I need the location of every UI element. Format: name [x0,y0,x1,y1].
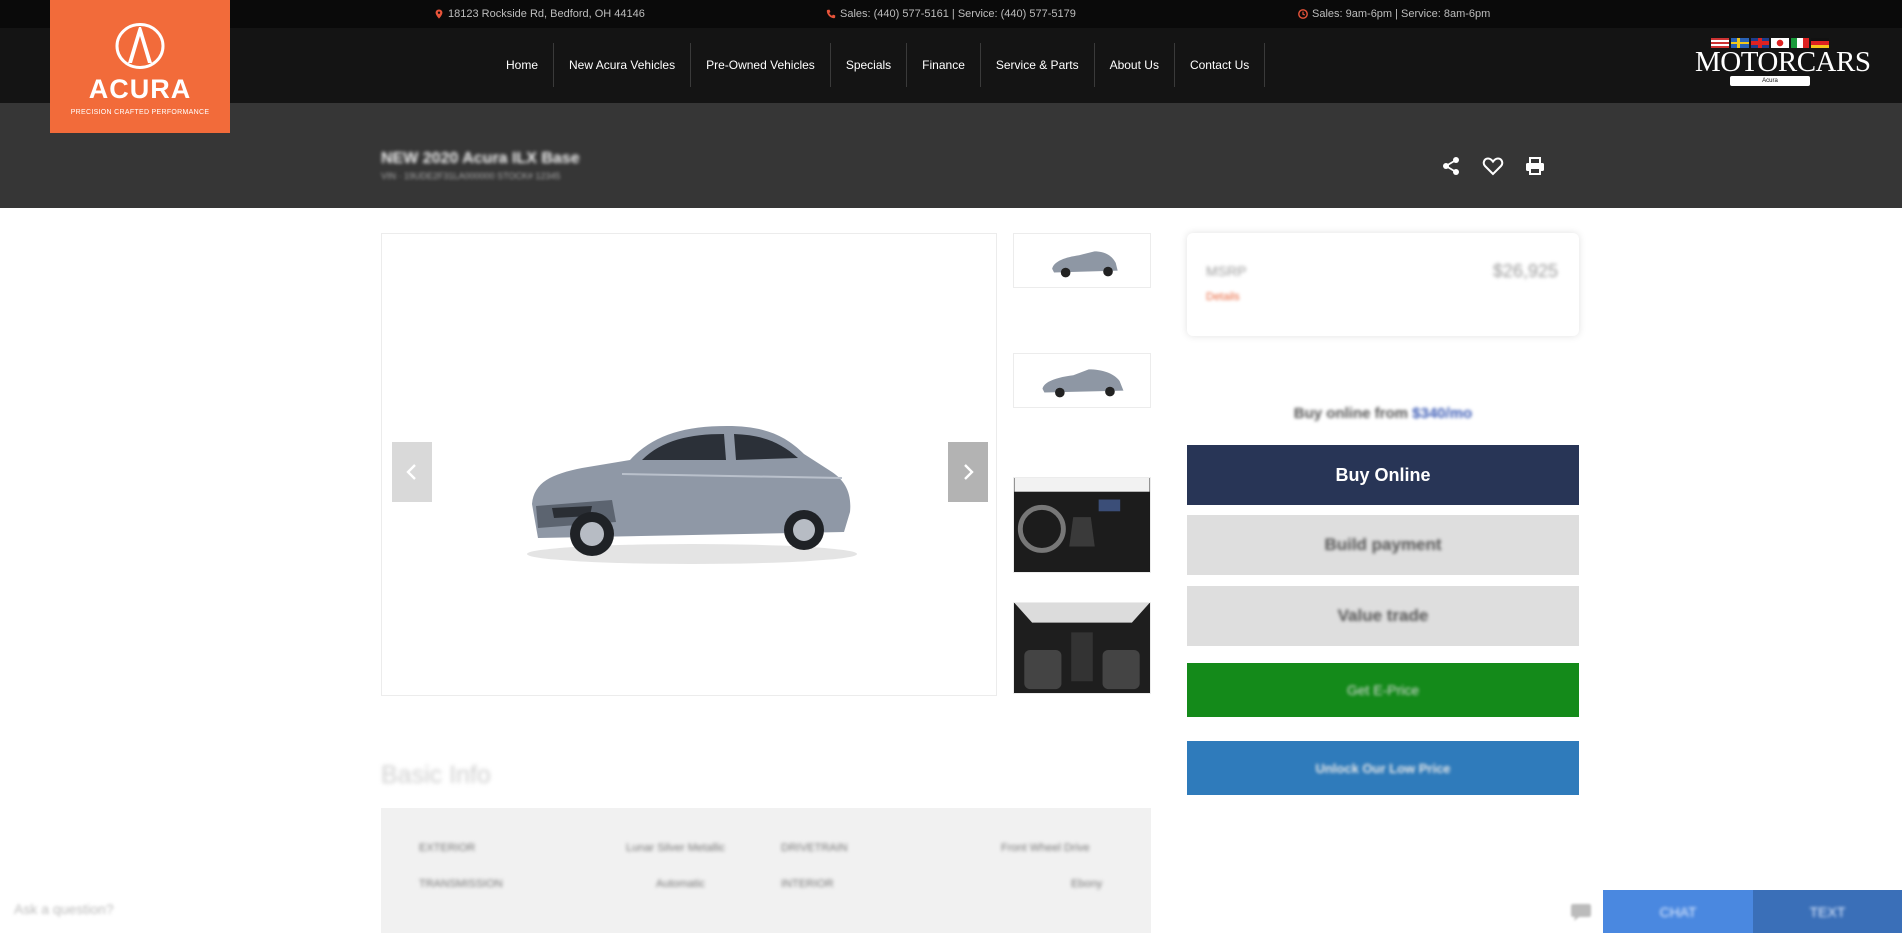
phone-text: Sales: (440) 577-5161 | Service: (440) 5… [840,8,1076,20]
basic-info-label: EXTERIOR [419,842,476,854]
nav-specials[interactable]: Specials [831,43,908,87]
chat-bubble-icon[interactable] [1570,902,1592,922]
get-eprice-label: Get E-Price [1346,682,1420,698]
build-payment-button[interactable]: Build payment [1187,515,1579,575]
unlock-price-label: Unlock Our Low Price [1315,760,1451,776]
top-info-bar: 18123 Rockside Rd, Bedford, OH 44146 Sal… [0,0,1902,28]
gallery-next-button[interactable] [948,442,988,502]
chat-label: CHAT [1659,903,1697,920]
basic-info-label: TRANSMISSION [419,878,503,890]
address-info[interactable]: 18123 Rockside Rd, Bedford, OH 44146 [434,8,645,20]
basic-info-label: INTERIOR [781,878,834,890]
get-eprice-button[interactable]: Get E-Price [1187,663,1579,717]
thumbnail-dashboard[interactable] [1013,477,1151,573]
share-icon[interactable] [1440,155,1462,177]
buy-from-prefix: Buy online from [1293,405,1408,422]
text-button[interactable]: TEXT [1753,890,1902,933]
basic-info-label: DRIVETRAIN [781,842,848,854]
unlock-price-button[interactable]: Unlock Our Low Price [1187,741,1579,795]
price-value: $26,925 [1492,261,1558,281]
build-payment-label: Build payment [1324,535,1442,554]
print-icon[interactable] [1524,155,1546,177]
hours-info: Sales: 9am-6pm | Service: 8am-6pm [1298,8,1490,20]
nav-pre-owned[interactable]: Pre-Owned Vehicles [691,43,831,87]
nav-service-parts[interactable]: Service & Parts [981,43,1095,87]
acura-logo[interactable]: ACURA PRECISION CRAFTED PERFORMANCE [50,0,230,133]
nav-contact-us[interactable]: Contact Us [1175,43,1266,87]
basic-info-value: Ebony [1071,878,1103,890]
basic-info-value: Lunar Silver Metallic [626,842,726,854]
gallery-prev-button[interactable] [392,442,432,502]
main-navbar: Home New Acura Vehicles Pre-Owned Vehicl… [0,28,1902,103]
vehicle-tools [1440,155,1546,177]
main-nav: Home New Acura Vehicles Pre-Owned Vehicl… [491,43,1266,87]
nav-new-vehicles[interactable]: New Acura Vehicles [554,43,692,87]
thumbnail-rear-view[interactable] [1013,233,1151,288]
buy-online-label: Buy Online [1335,464,1431,485]
text-label: TEXT [1809,903,1846,920]
value-trade-label: Value trade [1337,606,1429,625]
value-trade-button[interactable]: Value trade [1187,586,1579,646]
chevron-right-icon [964,464,974,480]
buy-online-from-text: Buy online from $340/mo [1187,405,1579,422]
heart-icon[interactable] [1482,155,1504,177]
vehicle-detail-page: 18123 Rockside Rd, Bedford, OH 44146 Sal… [0,0,1902,933]
vehicle-subtitle: VIN · 19UDE2F31LA000000 STOCK# 12345 [381,171,561,181]
phone-info[interactable]: Sales: (440) 577-5161 | Service: (440) 5… [826,8,1076,20]
nav-home[interactable]: Home [491,43,555,87]
dealer-logo[interactable]: MOTORCARS Acura [1695,38,1871,93]
ask-question-prompt[interactable]: Ask a question? [14,901,114,917]
hours-text: Sales: 9am-6pm | Service: 8am-6pm [1312,8,1491,20]
nav-finance[interactable]: Finance [907,43,981,87]
nav-about-us[interactable]: About Us [1095,43,1175,87]
main-image[interactable] [381,233,997,696]
acura-tagline: PRECISION CRAFTED PERFORMANCE [70,109,210,116]
basic-info-table: EXTERIOR Lunar Silver Metallic DRIVETRAI… [381,808,1151,933]
phone-icon [826,9,836,19]
chat-button[interactable]: CHAT [1603,890,1753,933]
thumbnail-side-view[interactable] [1013,353,1151,408]
acura-wordmark: ACURA [88,74,192,104]
chevron-left-icon [406,464,416,480]
car-image [527,426,857,564]
vehicle-title-band: NEW 2020 Acura ILX Base VIN · 19UDE2F31L… [0,103,1902,208]
buy-online-button[interactable]: Buy Online [1187,445,1579,505]
map-pin-icon [435,9,443,19]
acura-caliper-icon [115,23,165,69]
price-details-link[interactable]: Details [1206,291,1240,303]
address-text: 18123 Rockside Rd, Bedford, OH 44146 [448,8,645,20]
vehicle-title: NEW 2020 Acura ILX Base [381,150,580,167]
basic-info-value: Automatic [656,878,705,890]
basic-info-heading: Basic Info [381,761,491,789]
clock-icon [1298,9,1308,19]
price-label: MSRP [1206,263,1247,279]
basic-info-value: Front Wheel Drive [1001,842,1090,854]
dealer-name: MOTORCARS [1695,46,1871,78]
thumbnail-interior[interactable] [1013,602,1151,694]
price-card: MSRP $26,925 Details [1187,233,1579,336]
buy-from-amount[interactable]: $340/mo [1412,405,1472,422]
